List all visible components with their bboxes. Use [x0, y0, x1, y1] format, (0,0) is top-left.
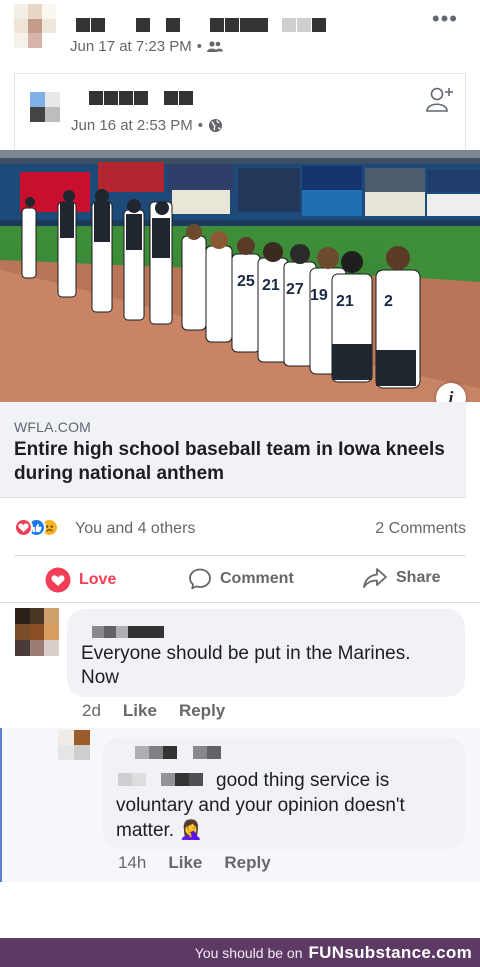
- replier-avatar[interactable]: [58, 730, 90, 760]
- watermark-brand: FUNsubstance.com: [308, 942, 472, 962]
- reply-text: good thing service is voluntary and your…: [116, 770, 405, 841]
- comment-button[interactable]: Comment: [188, 567, 294, 591]
- comment-icon: [189, 568, 211, 590]
- svg-text:19: 19: [310, 287, 328, 304]
- divider: [0, 602, 480, 603]
- reply-reply-button[interactable]: Reply: [224, 853, 270, 873]
- svg-text:21: 21: [262, 277, 280, 294]
- link-title[interactable]: Entire high school baseball team in Iowa…: [14, 438, 460, 486]
- comments-count[interactable]: 2 Comments: [375, 520, 466, 538]
- reactions-summary[interactable]: You and 4 others: [75, 520, 195, 538]
- add-friend-icon[interactable]: [425, 84, 455, 114]
- love-icon: [45, 567, 71, 593]
- shared-post-timestamp[interactable]: Jun 16 at 2:53 PM: [71, 117, 193, 134]
- comment-bubble[interactable]: Everyone should be put in the Marines. N…: [67, 609, 465, 697]
- reply-actions: 14h Like Reply: [118, 853, 271, 873]
- comment-reply-button[interactable]: Reply: [179, 701, 225, 721]
- comment-actions: 2d Like Reply: [82, 701, 225, 721]
- love-button[interactable]: Love: [45, 567, 116, 593]
- shared-post-card: Jun 16 at 2:53 PM •: [14, 73, 466, 150]
- share-button[interactable]: Share: [362, 567, 440, 589]
- watermark-banner: You should be on FUNsubstance.com: [0, 938, 480, 967]
- share-icon: [363, 568, 387, 588]
- friends-icon: [207, 40, 224, 52]
- comment-text: Everyone should be put in the Marines. N…: [81, 643, 411, 688]
- love-reaction-icon[interactable]: [14, 518, 33, 537]
- baseball-team-kneeling-image: 25 21 27 19 21 2: [0, 150, 480, 402]
- shared-poster-avatar[interactable]: [30, 92, 60, 122]
- meta-separator: •: [196, 38, 203, 55]
- comment-button-label: Comment: [220, 570, 294, 587]
- svg-text:25: 25: [237, 273, 255, 290]
- link-preview[interactable]: WFLA.COM Entire high school baseball tea…: [0, 402, 466, 498]
- post-header: Jun 17 at 7:23 PM • •••: [0, 0, 480, 70]
- svg-text:27: 27: [286, 281, 304, 298]
- svg-text:21: 21: [336, 293, 354, 310]
- post-meta: Jun 17 at 7:23 PM •: [70, 38, 224, 55]
- meta-separator: •: [197, 117, 204, 134]
- more-dots-icon[interactable]: •••: [432, 6, 458, 32]
- post-timestamp[interactable]: Jun 17 at 7:23 PM: [70, 38, 192, 55]
- action-bar: Love Comment Share: [0, 562, 480, 602]
- reply-time[interactable]: 14h: [118, 853, 146, 873]
- commenter-avatar[interactable]: [15, 608, 59, 656]
- watermark-text: You should be on: [194, 944, 303, 961]
- poster-avatar[interactable]: [14, 4, 56, 48]
- love-button-label: Love: [79, 571, 117, 588]
- comment-time[interactable]: 2d: [82, 701, 101, 721]
- shared-post-meta: Jun 16 at 2:53 PM •: [71, 117, 223, 134]
- reply-bubble[interactable]: good thing service is voluntary and your…: [103, 737, 465, 849]
- share-button-label: Share: [396, 569, 441, 586]
- globe-icon: [208, 118, 223, 133]
- comment-like-button[interactable]: Like: [123, 701, 157, 721]
- link-domain: WFLA.COM: [14, 419, 92, 435]
- svg-text:2: 2: [384, 293, 393, 310]
- reply-like-button[interactable]: Like: [168, 853, 202, 873]
- article-photo[interactable]: 25 21 27 19 21 2: [0, 150, 480, 402]
- divider: [14, 555, 466, 556]
- reactions-row: You and 4 others 2 Comments: [14, 514, 466, 546]
